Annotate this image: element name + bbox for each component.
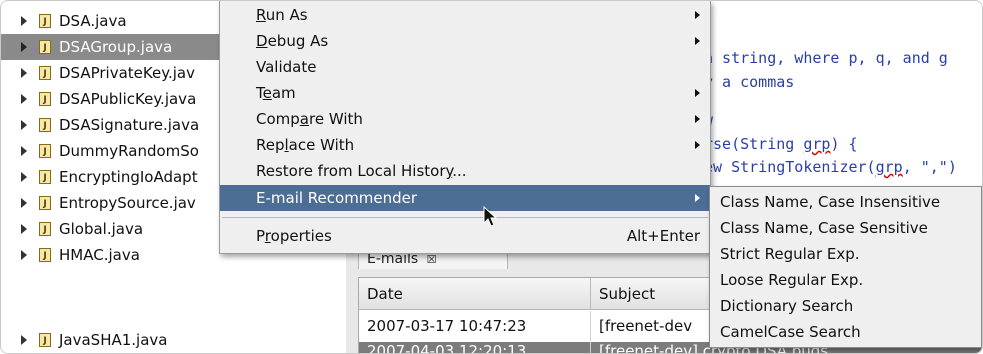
screenshot-frame: J DSA.java J DSAGroup.java J DSAPrivateK… [0,0,983,354]
menu-item-compare-with[interactable]: Compare With [220,106,710,132]
menu-item-label: Debug As [256,32,329,50]
tree-item-label: HMAC.java [59,246,140,264]
tree-expand-icon[interactable] [21,224,27,234]
java-file-icon: J [39,333,51,347]
menu-item-label: Run As [256,6,308,24]
submenu-arrow-icon [695,141,700,149]
tree-expand-icon[interactable] [21,198,27,208]
java-file-icon: J [39,118,51,132]
java-file-icon: J [39,66,51,80]
java-file-icon: J [39,170,51,184]
submenu-item-dictionary-search[interactable]: Dictionary Search [710,293,981,319]
tree-item-label: DSAPublicKey.java [59,90,197,108]
menu-item-properties[interactable]: Properties Alt+Enter [220,223,710,249]
menu-item-label: Compare With [256,110,363,128]
tree-expand-icon[interactable] [21,42,27,52]
code-token: ew StringTokenizer( [704,158,876,176]
java-file-icon: J [39,144,51,158]
submenu-item-loose-regex[interactable]: Loose Regular Exp. [710,267,981,293]
submenu-item-strict-regex[interactable]: Strict Regular Exp. [710,241,981,267]
tree-expand-icon[interactable] [21,250,27,260]
tree-item-label: EntropySource.jav [59,194,196,212]
tree-expand-icon[interactable] [21,94,27,104]
java-file-icon: J [39,196,51,210]
tree-item-label: DummyRandomSo [59,142,199,160]
menu-item-label: Validate [256,58,317,76]
cell-date: 2007-04-03 12:20:13 [359,342,591,353]
code-token: rse(String [704,135,804,153]
menu-item-label: Restore from Local History... [256,162,467,180]
java-file-icon: J [39,40,51,54]
close-tab-icon[interactable]: ☒ [427,253,437,266]
menu-item-label: E-mail Recommender [256,189,418,207]
menu-item-replace-with[interactable]: Replace With [220,132,710,158]
tree-expand-icon[interactable] [21,172,27,182]
menu-separator [222,217,708,218]
tree-item-label: DSASignature.java [59,116,200,134]
tree-item-label: JavaSHA1.java [59,331,168,349]
tree-expand-icon[interactable] [21,120,27,130]
email-recommender-submenu: Class Name, Case Insensitive Class Name,… [709,186,982,348]
menu-item-accelerator: Alt+Enter [626,227,700,245]
column-header-date[interactable]: Date [359,278,591,310]
submenu-arrow-icon [695,194,700,202]
tree-item-javasha1[interactable]: J JavaSHA1.java [1,327,346,353]
code-token-misspelled: grp [803,135,831,153]
tree-expand-icon[interactable] [21,16,27,26]
menu-item-label: Properties [256,227,332,245]
java-file-icon: J [39,92,51,106]
tree-item-hmac-hidden [1,268,346,294]
tree-item-label: Global.java [59,220,144,238]
code-token: , ",") [902,158,957,176]
tree-expand-icon[interactable] [21,146,27,156]
submenu-arrow-icon [695,115,700,123]
menu-item-run-as[interactable]: Run As [220,2,710,28]
tree-expand-icon[interactable] [21,335,27,345]
submenu-arrow-icon [695,89,700,97]
tree-item-label: DSAPrivateKey.jav [59,64,195,82]
code-line: a string, where p, q, and g [704,49,948,67]
tree-item-label: DSAGroup.java [59,38,173,56]
java-file-icon: J [39,248,51,262]
menu-item-debug-as[interactable]: Debug As [220,28,710,54]
code-line: y a commas [704,73,795,91]
code-line: ew StringTokenizer(grp, ",") [704,158,957,176]
cell-date: 2007-03-17 10:47:23 [359,311,591,341]
submenu-item-class-name-sensitive[interactable]: Class Name, Case Sensitive [710,215,981,241]
java-file-icon: J [39,222,51,236]
submenu-item-class-name-insensitive[interactable]: Class Name, Case Insensitive [710,189,981,215]
submenu-arrow-icon [695,11,700,19]
context-menu: Run As Debug As Validate Team Compare Wi… [219,1,711,254]
mouse-pointer-icon [483,206,498,227]
code-token: ) { [830,135,858,153]
code-line: rse(String grp) { [704,135,858,153]
code-token-misspelled: grp [875,158,903,176]
menu-item-team[interactable]: Team [220,80,710,106]
tree-item-label: DSA.java [59,12,127,30]
menu-item-label: Replace With [256,136,355,154]
submenu-arrow-icon [695,37,700,45]
submenu-item-camelcase-search[interactable]: CamelCase Search [710,319,981,345]
menu-item-validate[interactable]: Validate [220,54,710,80]
java-file-icon: J [39,14,51,28]
tree-item-label: EncryptingIoAdapt [59,168,198,186]
menu-item-email-recommender[interactable]: E-mail Recommender [220,185,710,211]
menu-item-restore-local-history[interactable]: Restore from Local History... [220,158,710,184]
tree-expand-icon[interactable] [21,68,27,78]
menu-item-label: Team [256,84,296,102]
